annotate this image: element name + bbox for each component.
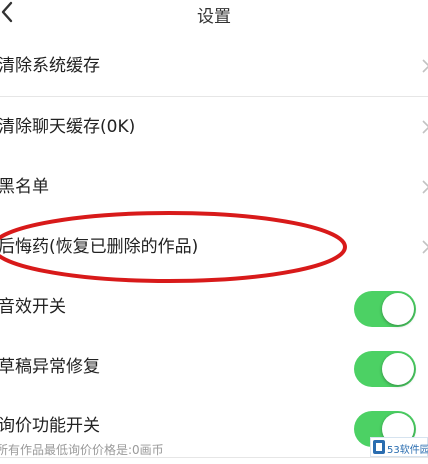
page-title: 设置: [197, 7, 231, 27]
restore-deleted-works-row[interactable]: 后悔药(恢复已删除的作品): [0, 217, 428, 278]
blacklist-row[interactable]: 黑名单: [0, 157, 428, 218]
row-label: 清除系统缓存: [0, 56, 100, 76]
clear-chat-cache-row[interactable]: 清除聊天缓存(0K): [0, 97, 428, 158]
draft-repair-toggle[interactable]: [354, 351, 416, 387]
sound-effect-toggle-row: 音效开关: [0, 277, 428, 338]
row-label: 黑名单: [0, 177, 49, 197]
watermark-logo-icon: [373, 440, 385, 454]
row-label: 草稿异常修复: [0, 357, 100, 377]
clear-system-cache-row[interactable]: 清除系统缓存: [0, 36, 428, 97]
chevron-right-icon: [422, 240, 428, 254]
chevron-right-icon: [422, 180, 428, 194]
row-label: 音效开关: [0, 297, 66, 317]
watermark: 53软件园: [370, 437, 428, 457]
chevron-right-icon: [422, 59, 428, 73]
footer-note: 所有作品最低询价价格是:0画币: [0, 443, 164, 457]
draft-repair-toggle-row: 草稿异常修复: [0, 337, 428, 398]
chevron-right-icon: [422, 120, 428, 134]
row-label: 后悔药(恢复已删除的作品): [0, 237, 199, 257]
sound-effect-toggle[interactable]: [354, 291, 416, 327]
toggle-knob: [382, 293, 414, 325]
watermark-text: 53软件园: [387, 445, 428, 456]
toggle-knob: [382, 353, 414, 385]
navigation-bar: 设置: [0, 0, 428, 36]
row-label: 清除聊天缓存(0K): [0, 117, 136, 137]
